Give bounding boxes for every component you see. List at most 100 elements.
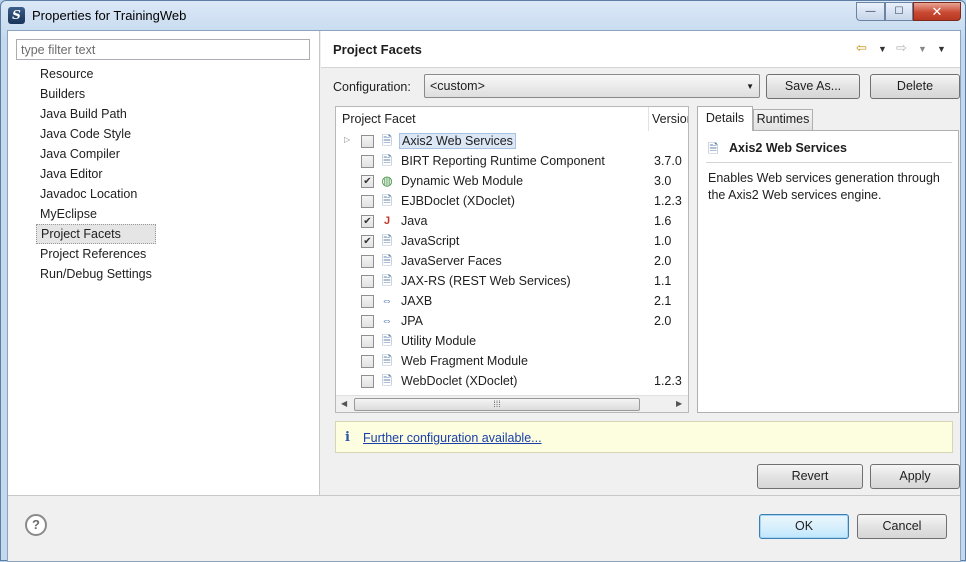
- facet-name: Web Fragment Module: [401, 354, 528, 368]
- sidebar-item-javadoc-location[interactable]: Javadoc Location: [36, 184, 156, 204]
- facet-row[interactable]: 🗎 WebDoclet (XDoclet) 1.2.3: [336, 371, 688, 391]
- title-bar[interactable]: S Properties for TrainingWeb — ☐ ✕: [1, 1, 965, 30]
- sidebar-item-resource[interactable]: Resource: [36, 64, 156, 84]
- sidebar-item-project-facets[interactable]: Project Facets: [36, 224, 156, 244]
- dialog-client-area: ResourceBuildersJava Build PathJava Code…: [7, 30, 961, 562]
- facet-row[interactable]: 🗎 JavaServer Faces 2.0: [336, 251, 688, 271]
- facet-version[interactable]: 2.1: [654, 293, 671, 309]
- doc-icon: 🗎: [381, 133, 393, 148]
- apply-button[interactable]: Apply: [870, 464, 960, 489]
- facet-name: JavaScript: [401, 234, 460, 248]
- facet-name: Java: [401, 214, 428, 228]
- delete-button[interactable]: Delete: [870, 74, 960, 99]
- ok-button[interactable]: OK: [759, 514, 849, 539]
- page-title: Project Facets: [333, 42, 422, 57]
- facet-version[interactable]: 1.2.3: [654, 193, 682, 209]
- facet-version[interactable]: 2.0: [654, 313, 671, 329]
- facet-checkbox[interactable]: [361, 335, 374, 348]
- help-icon[interactable]: ?: [25, 514, 47, 536]
- sidebar-item-java-build-path[interactable]: Java Build Path: [36, 104, 156, 124]
- facets-table: Project Facet Version ▷ 🗎 Axis2 Web Servic…: [335, 106, 689, 413]
- facet-name: WebDoclet (XDoclet): [401, 374, 518, 388]
- facet-row[interactable]: ⇔ JAXB 2.1: [336, 291, 688, 311]
- window-title: Properties for TrainingWeb: [32, 8, 187, 23]
- sidebar-item-project-references[interactable]: Project References: [36, 244, 156, 264]
- tab-details[interactable]: Details: [697, 106, 753, 131]
- filter-input[interactable]: [16, 39, 310, 60]
- scroll-left-icon[interactable]: ◀: [341, 399, 347, 408]
- view-menu-icon[interactable]: ▼: [937, 44, 946, 54]
- doc-icon: 🗎: [381, 253, 393, 268]
- facet-checkbox[interactable]: ✔: [361, 235, 374, 248]
- facet-row[interactable]: 🗎 Web Fragment Module: [336, 351, 688, 371]
- facet-checkbox[interactable]: ✔: [361, 175, 374, 188]
- doc-icon: 🗎: [381, 373, 393, 388]
- facet-version[interactable]: 3.0: [654, 173, 671, 189]
- facet-name: EJBDoclet (XDoclet): [401, 194, 515, 208]
- facet-row[interactable]: ✔ J Java 1.6: [336, 211, 688, 231]
- facet-checkbox[interactable]: [361, 155, 374, 168]
- facet-version[interactable]: 3.7.0: [654, 153, 682, 169]
- facet-checkbox[interactable]: [361, 355, 374, 368]
- forward-dropdown-icon[interactable]: ▼: [918, 44, 927, 54]
- facet-checkbox[interactable]: ✔: [361, 215, 374, 228]
- facet-row[interactable]: ✔ ◍ Dynamic Web Module 3.0: [336, 171, 688, 191]
- revert-button[interactable]: Revert: [757, 464, 863, 489]
- facet-row[interactable]: 🗎 JAX-RS (REST Web Services) 1.1: [336, 271, 688, 291]
- facet-name: JAX-RS (REST Web Services): [401, 274, 571, 288]
- facet-row[interactable]: ▷ 🗎 Axis2 Web Services: [336, 131, 688, 151]
- facet-name: JPA: [401, 314, 423, 328]
- facet-checkbox[interactable]: [361, 195, 374, 208]
- sidebar-item-builders[interactable]: Builders: [36, 84, 156, 104]
- horizontal-scrollbar[interactable]: ◀ ⁞⁞⁞ ▶: [336, 395, 688, 412]
- maximize-button[interactable]: ☐: [885, 2, 913, 21]
- facet-version[interactable]: 2.0: [654, 253, 671, 269]
- minimize-button[interactable]: —: [856, 2, 885, 21]
- scrollbar-thumb[interactable]: ⁞⁞⁞: [354, 398, 640, 411]
- properties-window: S Properties for TrainingWeb — ☐ ✕ Resou…: [0, 0, 966, 562]
- facet-name: JAXB: [401, 294, 433, 308]
- project-facets-page: Project Facets ⇦ ▼ ⇨ ▼ ▼ Configuration: …: [321, 31, 960, 495]
- configuration-value: <custom>: [430, 79, 485, 93]
- sidebar-item-myeclipse[interactable]: MyEclipse: [36, 204, 156, 224]
- facet-checkbox[interactable]: [361, 135, 374, 148]
- doc-icon: 🗎: [381, 333, 393, 348]
- forward-arrow-icon[interactable]: ⇨: [896, 40, 907, 56]
- details-description: Enables Web services generation through …: [708, 171, 940, 202]
- facet-checkbox[interactable]: [361, 275, 374, 288]
- facet-row[interactable]: 🗎 Utility Module: [336, 331, 688, 351]
- expand-icon[interactable]: ▷: [344, 135, 350, 144]
- cancel-button[interactable]: Cancel: [857, 514, 947, 539]
- back-dropdown-icon[interactable]: ▼: [878, 44, 887, 54]
- facet-version[interactable]: 1.6: [654, 213, 671, 229]
- facet-row[interactable]: 🗎 EJBDoclet (XDoclet) 1.2.3: [336, 191, 688, 211]
- facet-checkbox[interactable]: [361, 375, 374, 388]
- facet-row[interactable]: ⇔ JPA 2.0: [336, 311, 688, 331]
- column-header-project-facet[interactable]: Project Facet: [336, 107, 649, 131]
- facet-checkbox[interactable]: [361, 295, 374, 308]
- sidebar-item-java-code-style[interactable]: Java Code Style: [36, 124, 156, 144]
- save-as-button[interactable]: Save As...: [766, 74, 860, 99]
- sidebar-item-java-compiler[interactable]: Java Compiler: [36, 144, 156, 164]
- sidebar-item-run-debug-settings[interactable]: Run/Debug Settings: [36, 264, 156, 284]
- chevron-down-icon: ▼: [746, 82, 754, 91]
- scroll-right-icon[interactable]: ▶: [676, 399, 682, 408]
- facet-checkbox[interactable]: [361, 255, 374, 268]
- page-header: Project Facets ⇦ ▼ ⇨ ▼ ▼: [321, 31, 960, 68]
- doc-icon: 🗎: [708, 141, 719, 156]
- facet-version[interactable]: 1.1: [654, 273, 671, 289]
- sidebar-item-java-editor[interactable]: Java Editor: [36, 164, 156, 184]
- configuration-select[interactable]: <custom> ▼: [424, 74, 760, 98]
- details-divider: [706, 162, 952, 163]
- facet-row[interactable]: 🗎 BIRT Reporting Runtime Component 3.7.0: [336, 151, 688, 171]
- facet-rows: ▷ 🗎 Axis2 Web Services 🗎 BIRT Reporting Runt…: [336, 131, 688, 391]
- column-header-version[interactable]: Version: [649, 107, 688, 131]
- facet-row[interactable]: ✔ 🗎 JavaScript 1.0: [336, 231, 688, 251]
- facet-version[interactable]: 1.0: [654, 233, 671, 249]
- close-button[interactable]: ✕: [913, 2, 961, 21]
- back-arrow-icon[interactable]: ⇦: [856, 40, 867, 56]
- facet-checkbox[interactable]: [361, 315, 374, 328]
- further-configuration-link[interactable]: Further configuration available...: [363, 431, 542, 445]
- tab-runtimes[interactable]: Runtimes: [753, 109, 813, 130]
- facet-version[interactable]: 1.2.3: [654, 373, 682, 389]
